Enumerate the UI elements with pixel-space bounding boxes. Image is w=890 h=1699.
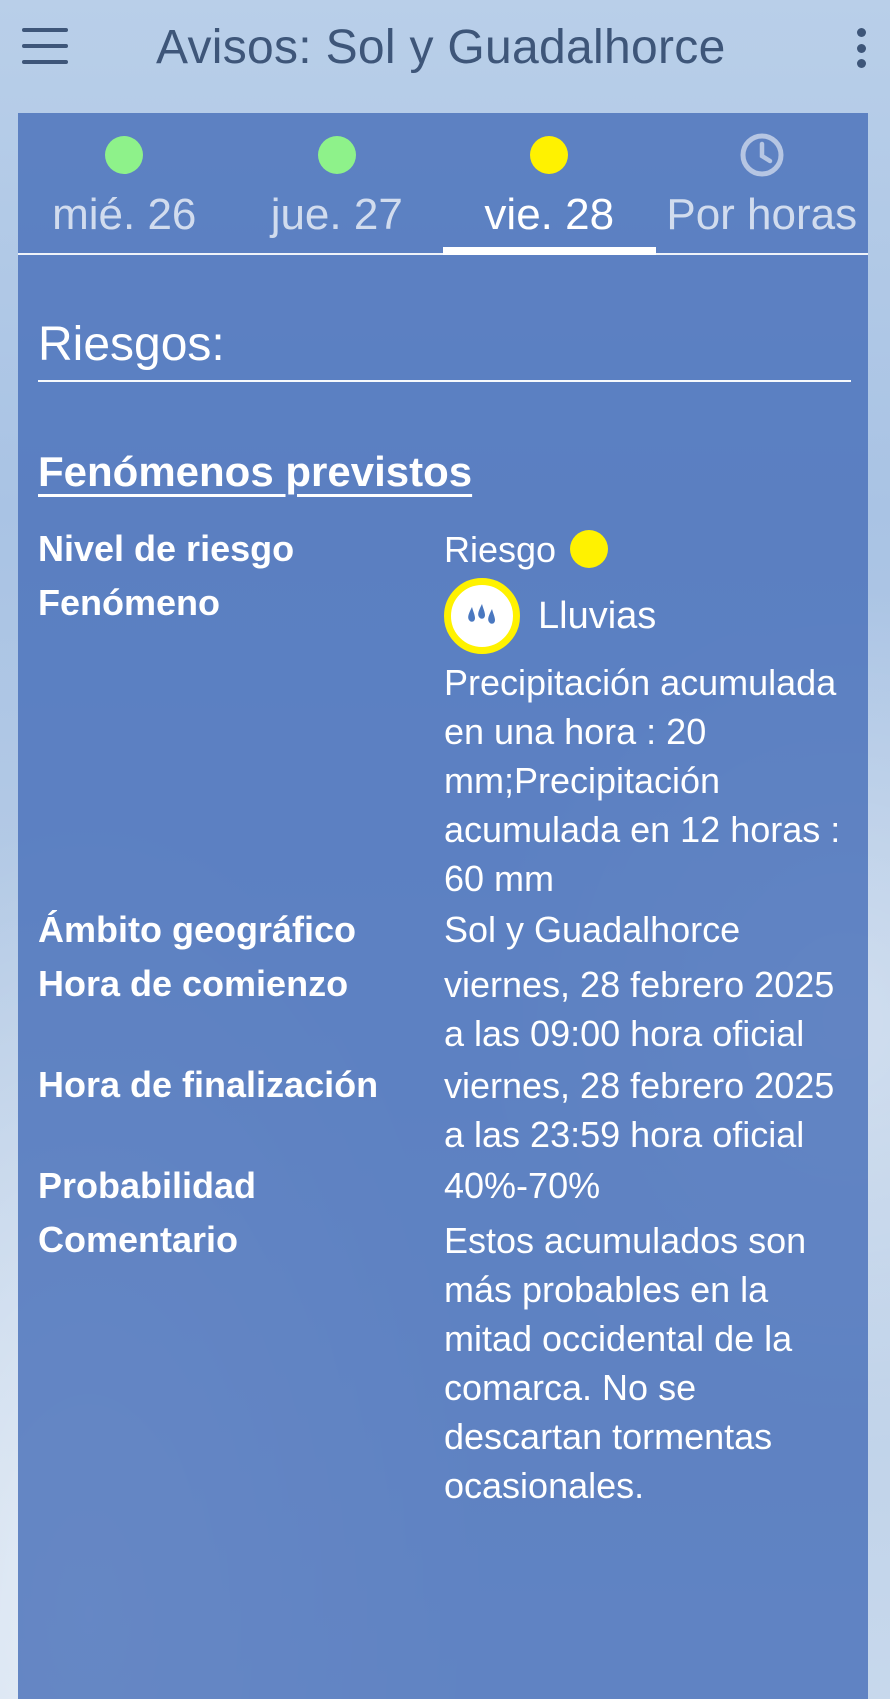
detail-key: Nivel de riesgo: [38, 528, 295, 569]
page-title: Avisos: Sol y Guadalhorce: [156, 21, 726, 74]
detail-row-ambito: Ámbito geográfico Sol y Guadalhorce: [38, 903, 848, 957]
rain-drops-icon: [444, 578, 520, 654]
detail-row-comienzo: Hora de comienzo viernes, 28 febrero 202…: [38, 957, 848, 1058]
risk-indicator-green: [105, 136, 144, 174]
tab-label: Por horas: [666, 190, 858, 239]
risk-indicator-yellow: [530, 136, 569, 174]
warnings-panel: mié. 26 jue. 27 vie. 28 Por horas Riesgo…: [18, 113, 868, 1699]
tab-label: jue. 27: [270, 190, 403, 239]
risk-indicator-green: [317, 136, 356, 174]
phenomenon-label: Lluvias: [538, 594, 657, 637]
risk-level-text: Riesgo: [444, 528, 557, 570]
detail-row-fenomeno: Fenómeno Lluvias Precipitación acumulada: [38, 576, 848, 903]
tab-label: vie. 28: [484, 190, 615, 239]
tab-label: mié. 26: [52, 190, 197, 239]
tab-vie-28[interactable]: vie. 28: [443, 113, 656, 255]
detail-value: Lluvias Precipitación acumulada en una h…: [444, 576, 848, 903]
detail-value: Estos acumulados son más probables en la…: [444, 1220, 807, 1506]
section-title: Riesgos:: [38, 317, 851, 382]
section-subtitle: Fenómenos previstos: [38, 448, 473, 495]
detail-key: Probabilidad: [38, 1165, 257, 1206]
detail-key: Comentario: [38, 1219, 239, 1260]
tab-mie-26[interactable]: mié. 26: [18, 113, 231, 253]
detail-value: Riesgo: [444, 522, 848, 576]
tab-jue-27[interactable]: jue. 27: [231, 113, 444, 253]
risk-level-dot: [570, 530, 609, 568]
detail-key: Ámbito geográfico: [38, 909, 357, 950]
phenomenon: Lluvias: [444, 576, 848, 656]
day-tabs: mié. 26 jue. 27 vie. 28 Por horas: [18, 113, 868, 255]
detail-row-nivel: Nivel de riesgo Riesgo: [38, 522, 848, 576]
hamburger-menu-icon[interactable]: [22, 28, 68, 64]
clock-icon: [740, 133, 784, 177]
detail-key: Hora de finalización: [38, 1064, 379, 1105]
phenomenon-description: Precipitación acumulada en una hora : 20…: [444, 662, 841, 899]
detail-key: Hora de comienzo: [38, 963, 349, 1004]
app-bar: Avisos: Sol y Guadalhorce: [0, 0, 890, 100]
detail-value: viernes, 28 febrero 2025 a las 09:00 hor…: [444, 964, 835, 1054]
details-list: Nivel de riesgo Riesgo Fenómeno Lluvias …: [38, 522, 848, 1510]
warning-content: Riesgos: Fenómenos previstos Nivel de ri…: [38, 255, 851, 1510]
more-vert-icon[interactable]: [854, 28, 868, 68]
detail-value: 40%-70%: [444, 1165, 601, 1206]
detail-value: Sol y Guadalhorce: [444, 909, 741, 950]
detail-row-finalizacion: Hora de finalización viernes, 28 febrero…: [38, 1058, 848, 1159]
detail-row-probabilidad: Probabilidad 40%-70%: [38, 1159, 848, 1213]
detail-key: Fenómeno: [38, 582, 221, 623]
detail-value: viernes, 28 febrero 2025 a las 23:59 hor…: [444, 1065, 835, 1155]
detail-row-comentario: Comentario Estos acumulados son más prob…: [38, 1213, 848, 1510]
tab-por-horas[interactable]: Por horas: [656, 113, 869, 253]
